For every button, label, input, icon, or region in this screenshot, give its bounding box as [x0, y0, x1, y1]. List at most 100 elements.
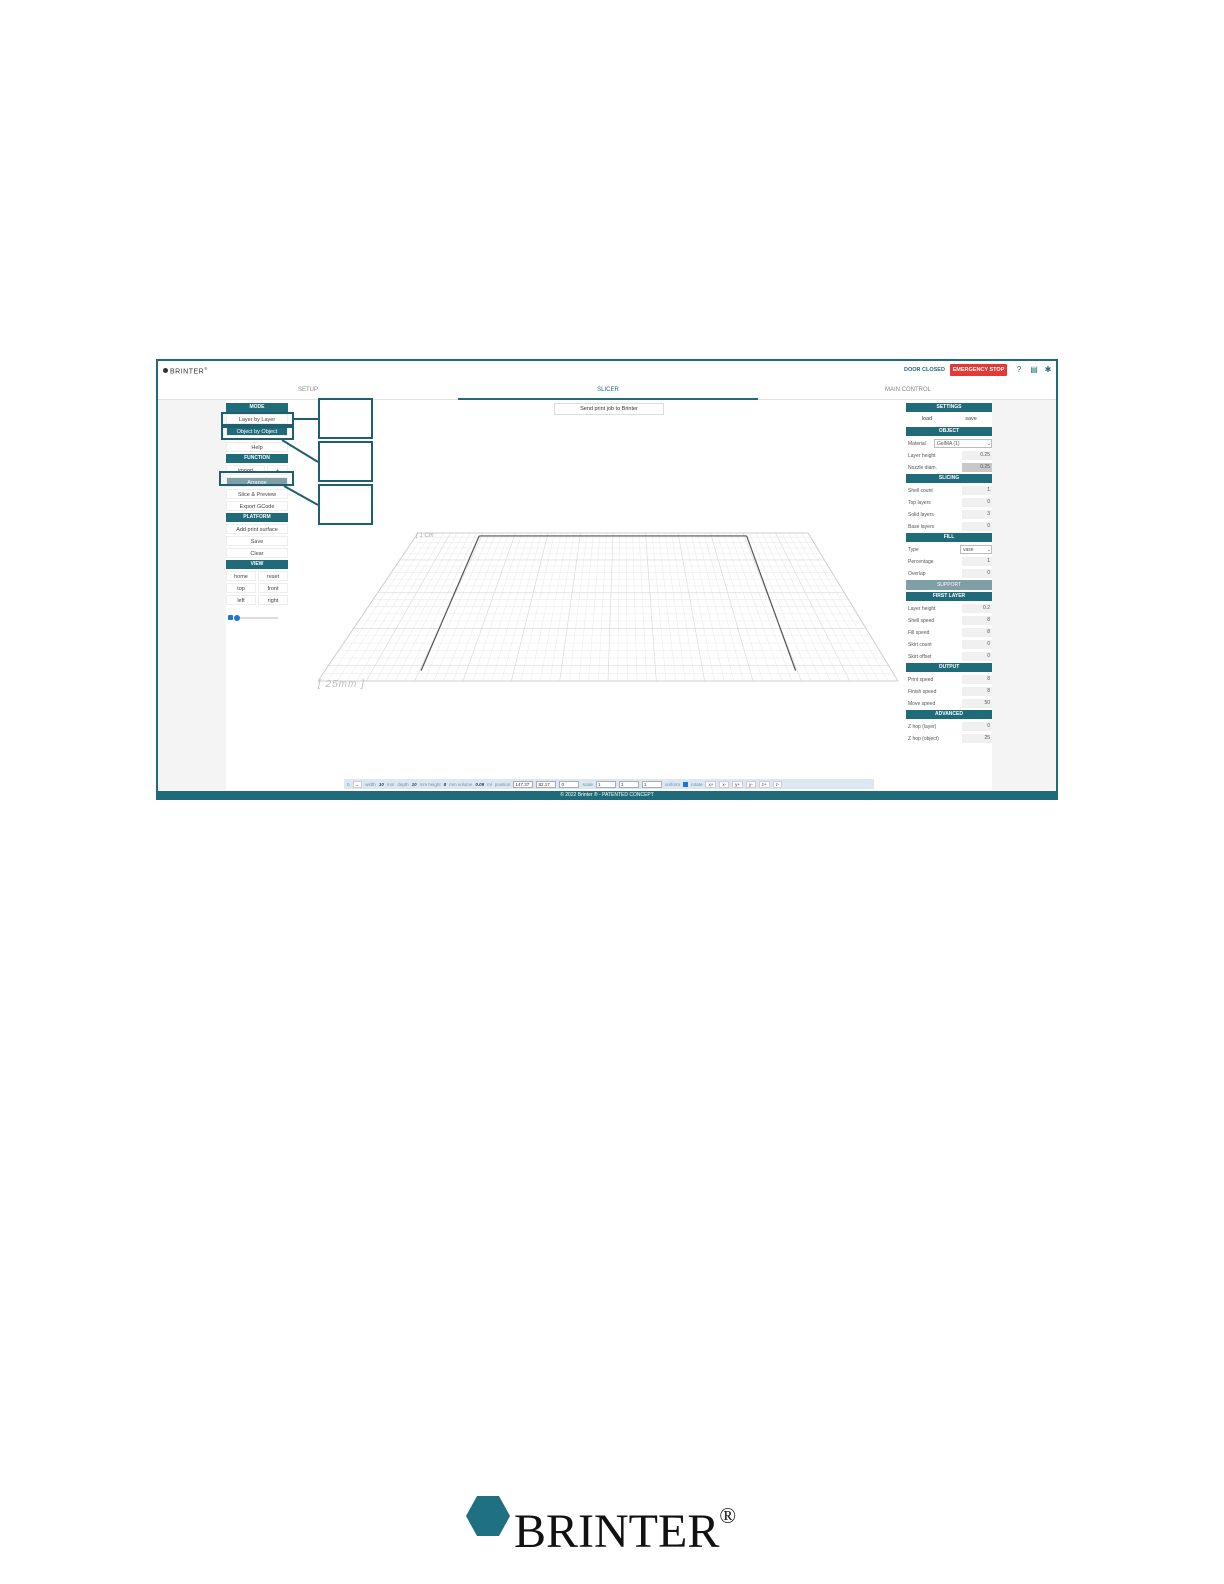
view-reset-button[interactable]: reset — [258, 571, 288, 581]
fill-header: FILL — [906, 533, 992, 542]
selection-dropdown[interactable]: ⌄ — [352, 780, 363, 788]
rotate-y-minus-button[interactable]: y- — [746, 780, 756, 788]
finish-speed-row: Finish speed 8 — [906, 686, 992, 697]
hexagon-logo-icon — [466, 1496, 510, 1536]
finish-speed-field[interactable]: 8 — [962, 687, 992, 696]
support-button[interactable]: SUPPORT — [906, 580, 992, 590]
slice-preview-button[interactable]: Slice & Preview — [226, 489, 288, 499]
layer-height-label: Layer height — [908, 452, 936, 459]
zhop-layer-row: Z hop (layer) 0 — [906, 721, 992, 732]
zhop-layer-field[interactable]: 0 — [962, 722, 992, 731]
depth-value: 10 — [411, 781, 417, 787]
gear-icon[interactable]: ✱ — [1043, 365, 1053, 375]
view-slider[interactable] — [226, 611, 288, 627]
tab-slicer[interactable]: SLICER — [458, 381, 758, 400]
help-icon[interactable]: ? — [1014, 365, 1024, 375]
brand-mark: ® — [204, 366, 208, 371]
nozzle-label: Nozzle diam. — [908, 464, 937, 471]
platform-save-button[interactable]: Save — [226, 536, 288, 546]
volume-value: 0.09 — [475, 781, 485, 787]
view-home-button[interactable]: home — [226, 571, 256, 581]
scale-z-input[interactable]: 1 — [641, 780, 662, 788]
material-select[interactable]: GelMA (1) ⌄ — [934, 439, 992, 448]
volume-label: mm volume — [449, 781, 473, 787]
material-row: Material GelMA (1) ⌄ — [906, 438, 992, 449]
output-header: OUTPUT — [906, 663, 992, 672]
print-speed-field[interactable]: 8 — [962, 675, 992, 684]
top-layers-field[interactable]: 0 — [962, 498, 992, 507]
overlap-field[interactable]: 0 — [962, 569, 992, 578]
width-unit: mm — [386, 781, 395, 787]
view-right-button[interactable]: right — [258, 595, 288, 605]
rotate-y-plus-button[interactable]: y+ — [732, 780, 744, 788]
view-top-button[interactable]: top — [226, 583, 256, 593]
solid-layers-field[interactable]: 3 — [962, 510, 992, 519]
tab-main-control[interactable]: MAIN CONTROL — [758, 381, 1056, 400]
add-print-surface-button[interactable]: Add print surface — [226, 524, 288, 534]
rotate-z-minus-button[interactable]: z- — [772, 780, 783, 788]
logo-registered-mark: ® — [719, 1503, 737, 1528]
material-label: Material — [908, 440, 926, 447]
uniform-checkbox[interactable] — [682, 781, 688, 787]
function-header: FUNCTION — [226, 454, 288, 463]
base-layers-label: Base layers — [908, 523, 935, 530]
settings-save-button[interactable]: save — [950, 414, 992, 424]
slider-checkbox[interactable] — [228, 615, 233, 620]
view-left-button[interactable]: left — [226, 595, 256, 605]
shell-count-row: Shell count 1 — [906, 485, 992, 496]
settings-header: SETTINGS — [906, 403, 992, 412]
scale-y-input[interactable]: 1 — [618, 780, 639, 788]
position-x-input[interactable]: 147.37 — [513, 780, 534, 788]
skirt-count-row: Skirt count 0 — [906, 639, 992, 650]
platform-header: PLATFORM — [226, 513, 288, 522]
selection-index: 0 — [347, 781, 350, 787]
callout-box-1 — [318, 398, 373, 439]
fl-fill-speed-field[interactable]: 8 — [962, 628, 992, 637]
view-front-button[interactable]: front — [258, 583, 288, 593]
fl-shell-speed-row: Shell speed 8 — [906, 615, 992, 626]
zhop-object-field[interactable]: 25 — [962, 734, 992, 743]
document-icon[interactable]: ▤ — [1029, 365, 1039, 375]
rotate-x-plus-button[interactable]: x+ — [705, 780, 717, 788]
logo-brand-name: BRINTER — [514, 1505, 720, 1558]
fl-shell-speed-field[interactable]: 8 — [962, 616, 992, 625]
rotate-x-minus-button[interactable]: x- — [719, 780, 730, 788]
shell-count-field[interactable]: 1 — [962, 486, 992, 495]
settings-load-button[interactable]: load — [906, 414, 948, 424]
fl-layer-height-field[interactable]: 0.2 — [962, 604, 992, 613]
fl-fill-speed-label: Fill speed — [908, 629, 930, 636]
slider-thumb[interactable] — [234, 615, 240, 621]
advanced-header: ADVANCED — [906, 710, 992, 719]
skirt-offset-label: Skirt offset — [908, 653, 932, 660]
move-speed-field[interactable]: 50 — [962, 699, 992, 708]
send-print-job-button[interactable]: Send print job to Brinter — [554, 403, 664, 415]
position-z-input[interactable]: 0 — [559, 780, 580, 788]
fill-type-select[interactable]: vase ⌄ — [960, 545, 992, 554]
move-speed-label: Move speed — [908, 700, 936, 707]
height-label: mm height — [419, 781, 441, 787]
rotate-z-plus-button[interactable]: z+ — [758, 780, 770, 788]
zhop-object-label: Z hop (object) — [908, 735, 939, 742]
print-speed-row: Print speed 8 — [906, 674, 992, 685]
platform-clear-button[interactable]: Clear — [226, 548, 288, 558]
emergency-stop-button[interactable]: EMERGENCY STOP — [950, 364, 1007, 376]
object-header: OBJECT — [906, 427, 992, 436]
fl-fill-speed-row: Fill speed 8 — [906, 627, 992, 638]
main-tabs: SETUP SLICER MAIN CONTROL — [158, 381, 1056, 400]
position-y-input[interactable]: 82.17 — [536, 780, 557, 788]
layer-height-field[interactable]: 0.25 — [962, 451, 992, 460]
scale-x-input[interactable]: 1 — [595, 780, 616, 788]
skirt-count-field[interactable]: 0 — [962, 640, 992, 649]
export-gcode-button[interactable]: Export GCode — [226, 501, 288, 511]
tab-setup[interactable]: SETUP — [158, 381, 458, 400]
position-label: position — [494, 781, 511, 787]
skirt-offset-field[interactable]: 0 — [962, 652, 992, 661]
base-layers-field[interactable]: 0 — [962, 522, 992, 531]
print-speed-label: Print speed — [908, 676, 934, 683]
right-panel: SETTINGS load save OBJECT Material GelMA… — [906, 403, 992, 763]
nozzle-field: 0.25 — [962, 463, 992, 472]
help-button[interactable]: Help — [226, 442, 288, 452]
depth-label: depth — [397, 781, 409, 787]
percentage-field[interactable]: 1 — [962, 557, 992, 566]
build-plate-grid[interactable] — [308, 521, 908, 691]
